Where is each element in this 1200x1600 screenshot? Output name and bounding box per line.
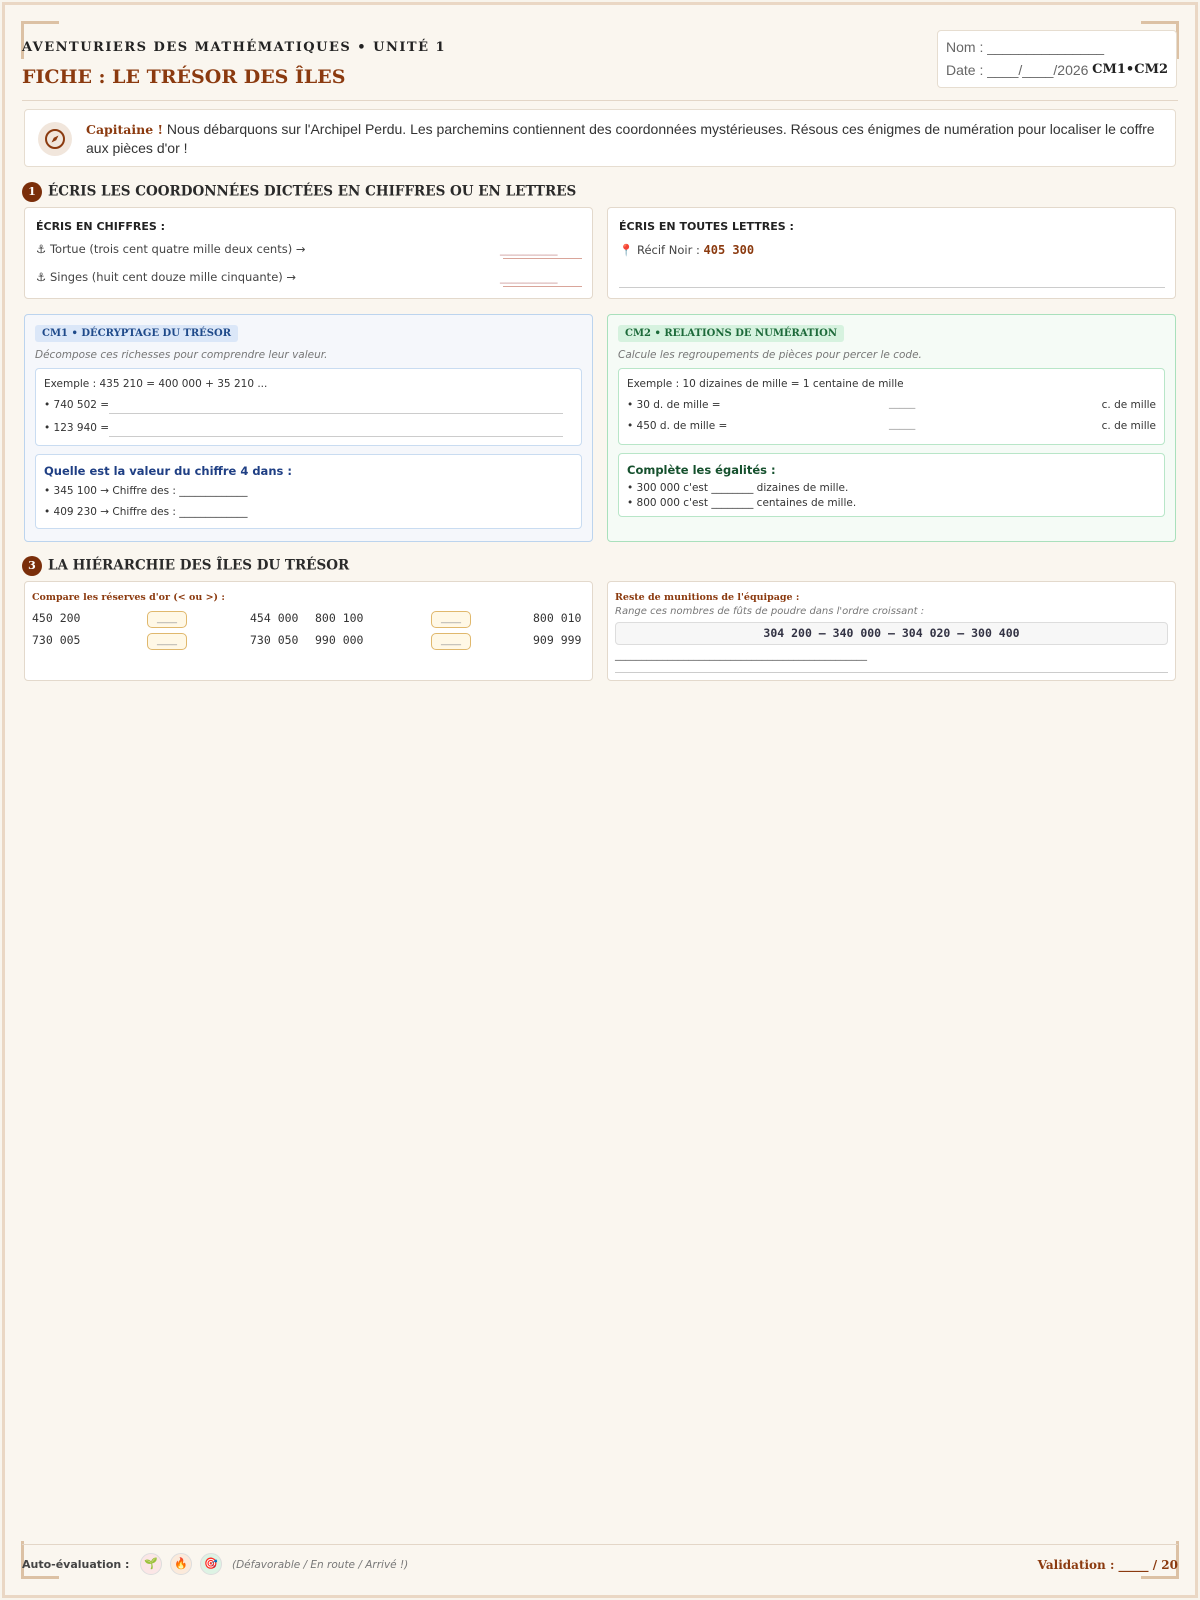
write-digits-card: ÉCRIS EN CHIFFRES : ⚓ Tortue (trois cent…	[24, 207, 593, 299]
compare-answer-box[interactable]: ____	[147, 633, 187, 650]
digits-item-tortue: ⚓ Tortue (trois cent quatre mille deux c…	[36, 242, 306, 256]
cm1-decompose-box: Exemple : 435 210 = 400 000 + 35 210 ...…	[35, 368, 582, 446]
section-1-title: ÉCRIS LES COORDONNÉES DICTÉES EN CHIFFRE…	[48, 183, 577, 200]
cm2-equality-box: Complète les égalités : • 300 000 c'est …	[618, 453, 1165, 517]
cm2-hint: Calcule les regroupements de pièces pour…	[618, 349, 922, 361]
answer-line	[503, 286, 582, 287]
student-id-box: Nom : _______________ Date : ____/____/2…	[937, 30, 1177, 88]
cm1-value-box: Quelle est la valeur du chiffre 4 dans :…	[35, 454, 582, 529]
date-field[interactable]: Date : ____/____/2026	[946, 62, 1088, 78]
fire-icon[interactable]: 🔥	[170, 1553, 192, 1575]
digits-item-singes: ⚓ Singes (huit cent douze mille cinquant…	[36, 270, 297, 284]
write-letters-card: ÉCRIS EN TOUTES LETTRES : 📍 Récif Noir :…	[607, 207, 1176, 299]
cm2-item-blank[interactable]: _____	[889, 418, 915, 430]
digits-blank[interactable]: __________	[500, 270, 558, 284]
letters-item-label: 📍 Récif Noir :	[619, 243, 704, 257]
series-title: AVENTURIERS DES MATHÉMATIQUES • UNITÉ 1	[22, 40, 447, 55]
compare-card: Compare les réserves d'or (< ou >) : 450…	[24, 581, 593, 681]
cm2-tag: CM2 • RELATIONS DE NUMÉRATION	[618, 325, 845, 342]
cm1-value-item[interactable]: • 409 230 → Chiffre des : _____________	[44, 506, 248, 518]
self-assessment-hint: (Défavorable / En route / Arrivé !)	[232, 1559, 409, 1571]
sprout-icon[interactable]: 🌱	[140, 1553, 162, 1575]
cm2-item-label: • 30 d. de mille =	[627, 399, 721, 411]
cm2-eq-item[interactable]: • 800 000 c'est ________ centaines de mi…	[627, 497, 856, 509]
order-answer-line[interactable]	[615, 672, 1168, 673]
cm2-eq-heading: Complète les égalités :	[627, 463, 776, 477]
section-1-heading: 1 ÉCRIS LES COORDONNÉES DICTÉES EN CHIFFR…	[22, 182, 576, 202]
compare-heading: Compare les réserves d'or (< ou >) :	[32, 592, 225, 603]
compare-answer-box[interactable]: ____	[431, 633, 471, 650]
compare-left-number: 800 100	[315, 611, 364, 625]
intro-message: Nous débarquons sur l'Archipel Perdu. Le…	[86, 121, 1155, 156]
cm2-item-unit: c. de mille	[1101, 420, 1156, 432]
compare-right-number: 454 000	[250, 611, 299, 625]
order-answer-blank[interactable]: ________________________________________…	[615, 649, 867, 661]
header-divider	[22, 100, 1178, 101]
write-letters-heading: ÉCRIS EN TOUTES LETTRES :	[619, 220, 794, 233]
cm1-hint: Décompose ces richesses pour comprendre …	[35, 349, 328, 361]
sheet-title: FICHE : LE TRÉSOR DES ÎLES	[22, 66, 346, 88]
answer-line	[503, 258, 582, 259]
compare-answer-box[interactable]: ____	[147, 611, 187, 628]
compare-left-number: 450 200	[32, 611, 81, 625]
cm2-example: Exemple : 10 dizaines de mille = 1 centa…	[627, 378, 904, 390]
section-3-title: LA HIÉRARCHIE DES ÎLES DU TRÉSOR	[48, 557, 350, 574]
letters-item: 📍 Récif Noir : 405 300	[619, 243, 754, 257]
cm2-eq-item[interactable]: • 300 000 c'est ________ dizaines de mil…	[627, 482, 848, 494]
compare-answer-box[interactable]: ____	[431, 611, 471, 628]
compass-icon	[38, 122, 72, 156]
footer-divider	[22, 1544, 1178, 1545]
compare-right-number: 730 050	[250, 633, 299, 647]
cm2-panel: CM2 • RELATIONS DE NUMÉRATION Calcule le…	[607, 314, 1176, 542]
cm2-item-unit: c. de mille	[1101, 399, 1156, 411]
order-numbers: 304 200 – 340 000 – 304 020 – 300 400	[615, 622, 1168, 645]
self-assessment-label: Auto-évaluation :	[22, 1558, 130, 1571]
level-label: CM1•CM2	[1092, 62, 1168, 77]
validation-score[interactable]: Validation : _____ / 20	[1038, 1558, 1178, 1572]
digits-blank[interactable]: __________	[500, 242, 558, 256]
cm1-example: Exemple : 435 210 = 400 000 + 35 210 ...	[44, 378, 268, 390]
cm1-item: • 123 940 =	[44, 422, 110, 434]
order-heading: Reste de munitions de l'équipage :	[615, 592, 800, 603]
cm2-item-blank[interactable]: _____	[889, 397, 915, 409]
compare-left-number: 990 000	[315, 633, 364, 647]
compare-right-number: 909 999	[533, 633, 582, 647]
intro-box: Capitaine ! Nous débarquons sur l'Archip…	[24, 109, 1176, 167]
compare-left-number: 730 005	[32, 633, 81, 647]
cm2-regroup-box: Exemple : 10 dizaines de mille = 1 centa…	[618, 368, 1165, 445]
name-field[interactable]: Nom : _______________	[946, 39, 1104, 55]
target-icon[interactable]: 🎯	[200, 1553, 222, 1575]
letters-item-value: 405 300	[703, 243, 755, 257]
order-card: Reste de munitions de l'équipage : Range…	[607, 581, 1176, 681]
section-number-badge: 1	[22, 182, 42, 202]
cm1-item: • 740 502 =	[44, 399, 110, 411]
cm1-value-item[interactable]: • 345 100 → Chiffre des : _____________	[44, 485, 248, 497]
section-3-heading: 3 LA HIÉRARCHIE DES ÎLES DU TRÉSOR	[22, 556, 349, 576]
write-digits-heading: ÉCRIS EN CHIFFRES :	[36, 220, 165, 233]
cm2-item-label: • 450 d. de mille =	[627, 420, 728, 432]
cm1-value-heading: Quelle est la valeur du chiffre 4 dans :	[44, 464, 292, 478]
order-hint: Range ces nombres de fûts de poudre dans…	[615, 606, 925, 617]
cm1-tag: CM1 • DÉCRYPTAGE DU TRÉSOR	[35, 325, 239, 342]
cm1-answer-line[interactable]	[109, 413, 563, 414]
compare-right-number: 800 010	[533, 611, 582, 625]
intro-text: Capitaine ! Nous débarquons sur l'Archip…	[86, 120, 1166, 157]
cm1-panel: CM1 • DÉCRYPTAGE DU TRÉSOR Décompose ces…	[24, 314, 593, 542]
intro-captain: Capitaine !	[86, 122, 164, 137]
letters-answer-line[interactable]	[619, 287, 1165, 288]
section-number-badge: 3	[22, 556, 42, 576]
cm1-answer-line[interactable]	[109, 436, 563, 437]
